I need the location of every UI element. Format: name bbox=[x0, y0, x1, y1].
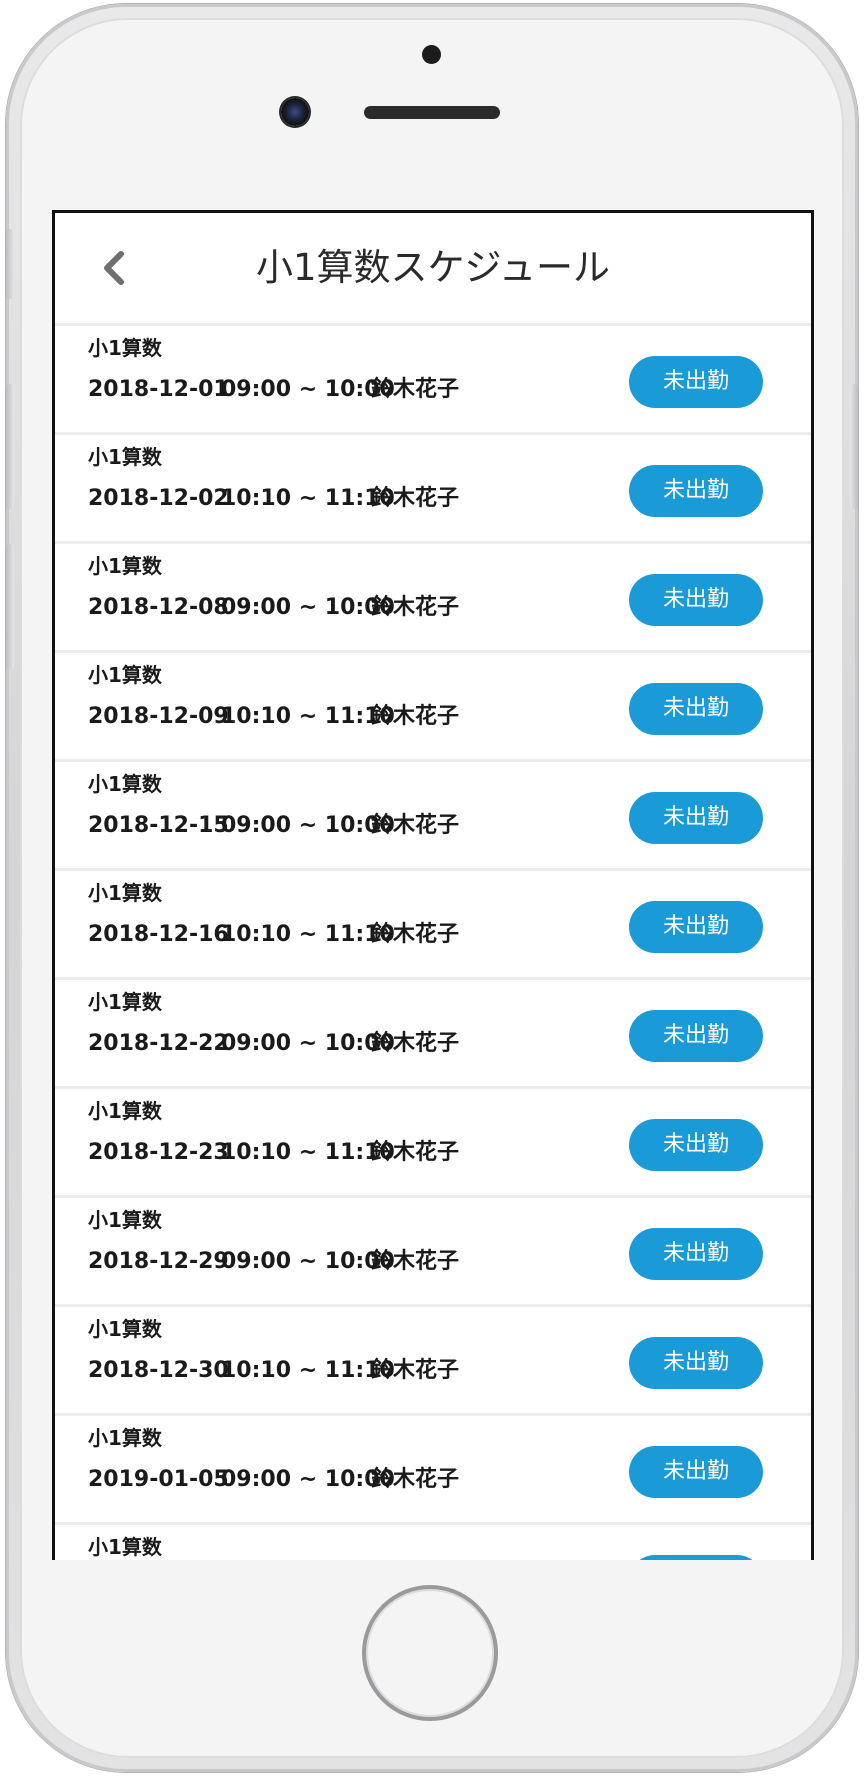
lesson-date: 2018-12-01 bbox=[88, 377, 229, 402]
chevron-left-icon bbox=[104, 251, 124, 285]
lesson-details: 2018-12-3010:10 ~ 11:10鈴木花子 bbox=[88, 1352, 459, 1384]
lesson-date: 2018-12-30 bbox=[88, 1358, 229, 1383]
earpiece-speaker bbox=[364, 106, 500, 119]
lesson-time: 10:10 ~ 11:10 bbox=[221, 486, 395, 511]
lesson-details: 2019-01-0509:00 ~ 10:00鈴木花子 bbox=[88, 1461, 459, 1493]
lesson-details: 2018-12-1509:00 ~ 10:00鈴木花子 bbox=[88, 807, 459, 839]
page-title: 小1算数スケジュール bbox=[256, 246, 610, 289]
lesson-details: 2018-12-0910:10 ~ 11:10鈴木花子 bbox=[88, 698, 459, 730]
lesson-subject: 小1算数 bbox=[88, 1208, 162, 1232]
front-camera bbox=[281, 98, 309, 126]
attendance-status-button[interactable]: 未出勤 bbox=[629, 356, 763, 408]
lesson-subject: 小1算数 bbox=[88, 1426, 162, 1450]
lesson-subject: 小1算数 bbox=[88, 1317, 162, 1341]
lesson-date: 2018-12-08 bbox=[88, 595, 229, 620]
list-item[interactable]: 小1算数 2018-12-1610:10 ~ 11:10鈴木花子 未出勤 bbox=[55, 871, 811, 977]
lesson-date: 2018-12-23 bbox=[88, 1140, 229, 1165]
schedule-list: 小1算数 2018-12-0109:00 ~ 10:00鈴木花子 未出勤 小1算数 20… bbox=[55, 326, 811, 1560]
teacher-name: 鈴木花子 bbox=[371, 1467, 460, 1492]
back-button[interactable] bbox=[95, 248, 135, 288]
attendance-status-button[interactable]: 未出勤 bbox=[629, 1010, 763, 1062]
attendance-status-button[interactable]: 未出勤 bbox=[629, 574, 763, 626]
power-button bbox=[850, 384, 858, 509]
attendance-status-button[interactable]: 未出勤 bbox=[629, 792, 763, 844]
lesson-details: 2018-12-2209:00 ~ 10:00鈴木花子 bbox=[88, 1025, 459, 1057]
attendance-status-button[interactable] bbox=[629, 1555, 763, 1560]
list-item[interactable]: 小1算数 2018-12-2209:00 ~ 10:00鈴木花子 未出勤 bbox=[55, 980, 811, 1086]
attendance-status-button[interactable]: 未出勤 bbox=[629, 683, 763, 735]
volume-up-button bbox=[6, 384, 14, 509]
lesson-date: 2018-12-15 bbox=[88, 813, 229, 838]
lesson-details: 2018-12-0809:00 ~ 10:00鈴木花子 bbox=[88, 589, 459, 621]
lesson-time: 09:00 ~ 10:00 bbox=[221, 595, 395, 620]
lesson-date: 2018-12-02 bbox=[88, 486, 229, 511]
teacher-name: 鈴木花子 bbox=[371, 813, 460, 838]
lesson-time: 09:00 ~ 10:00 bbox=[221, 813, 395, 838]
lesson-subject: 小1算数 bbox=[88, 445, 162, 469]
attendance-status-button[interactable]: 未出勤 bbox=[629, 1446, 763, 1498]
device-mockup: 小1算数スケジュール 小1算数 2018-12-0109:00 ~ 10:00鈴木… bbox=[0, 0, 867, 1780]
attendance-status-button[interactable]: 未出勤 bbox=[629, 1228, 763, 1280]
teacher-name: 鈴木花子 bbox=[371, 377, 460, 402]
teacher-name: 鈴木花子 bbox=[371, 1031, 460, 1056]
list-item[interactable]: 小1算数 2018-12-2909:00 ~ 10:00鈴木花子 未出勤 bbox=[55, 1198, 811, 1304]
lesson-time: 09:00 ~ 10:00 bbox=[221, 1467, 395, 1492]
list-item[interactable]: 小1算数 2018-12-1509:00 ~ 10:00鈴木花子 未出勤 bbox=[55, 762, 811, 868]
lesson-subject: 小1算数 bbox=[88, 1535, 162, 1559]
lesson-time: 09:00 ~ 10:00 bbox=[221, 1249, 395, 1274]
teacher-name: 鈴木花子 bbox=[371, 1358, 460, 1383]
attendance-status-button[interactable]: 未出勤 bbox=[629, 1337, 763, 1389]
lesson-date: 2018-12-29 bbox=[88, 1249, 229, 1274]
lesson-time: 10:10 ~ 11:10 bbox=[221, 704, 395, 729]
list-item[interactable]: 小1算数 2018-12-0910:10 ~ 11:10鈴木花子 未出勤 bbox=[55, 653, 811, 759]
list-item[interactable]: 小1算数 2018-12-0809:00 ~ 10:00鈴木花子 未出勤 bbox=[55, 544, 811, 650]
teacher-name: 鈴木花子 bbox=[371, 704, 460, 729]
attendance-status-button[interactable]: 未出勤 bbox=[629, 465, 763, 517]
lesson-details: 2018-12-0210:10 ~ 11:10鈴木花子 bbox=[88, 480, 459, 512]
lesson-time: 10:10 ~ 11:10 bbox=[221, 1358, 395, 1383]
volume-down-button bbox=[6, 544, 14, 669]
teacher-name: 鈴木花子 bbox=[371, 1249, 460, 1274]
lesson-time: 09:00 ~ 10:00 bbox=[221, 377, 395, 402]
attendance-status-button[interactable]: 未出勤 bbox=[629, 1119, 763, 1171]
app-header: 小1算数スケジュール bbox=[55, 213, 811, 323]
lesson-details: 2018-12-0109:00 ~ 10:00鈴木花子 bbox=[88, 371, 459, 403]
lesson-subject: 小1算数 bbox=[88, 772, 162, 796]
lesson-date: 2018-12-22 bbox=[88, 1031, 229, 1056]
lesson-subject: 小1算数 bbox=[88, 990, 162, 1014]
lesson-details: 2018-12-1610:10 ~ 11:10鈴木花子 bbox=[88, 916, 459, 948]
teacher-name: 鈴木花子 bbox=[371, 1140, 460, 1165]
lesson-details: 2018-12-2310:10 ~ 11:10鈴木花子 bbox=[88, 1134, 459, 1166]
teacher-name: 鈴木花子 bbox=[371, 922, 460, 947]
lesson-subject: 小1算数 bbox=[88, 336, 162, 360]
list-item[interactable]: 小1算数 2018-12-0109:00 ~ 10:00鈴木花子 未出勤 bbox=[55, 326, 811, 432]
lesson-subject: 小1算数 bbox=[88, 663, 162, 687]
app-screen: 小1算数スケジュール 小1算数 2018-12-0109:00 ~ 10:00鈴木… bbox=[52, 210, 814, 1560]
proximity-sensor bbox=[422, 45, 441, 64]
lesson-date: 2019-01-05 bbox=[88, 1467, 229, 1492]
list-item[interactable]: 小1算数 2018-12-2310:10 ~ 11:10鈴木花子 未出勤 bbox=[55, 1089, 811, 1195]
lesson-subject: 小1算数 bbox=[88, 1099, 162, 1123]
lesson-subject: 小1算数 bbox=[88, 881, 162, 905]
attendance-status-button[interactable]: 未出勤 bbox=[629, 901, 763, 953]
lesson-subject: 小1算数 bbox=[88, 554, 162, 578]
home-button[interactable] bbox=[362, 1585, 498, 1721]
lesson-time: 10:10 ~ 11:10 bbox=[221, 922, 395, 947]
teacher-name: 鈴木花子 bbox=[371, 486, 460, 511]
teacher-name: 鈴木花子 bbox=[371, 595, 460, 620]
list-item[interactable]: 小1算数 2019-01-0509:00 ~ 10:00鈴木花子 未出勤 bbox=[55, 1416, 811, 1522]
lesson-time: 10:10 ~ 11:10 bbox=[221, 1140, 395, 1165]
list-item[interactable]: 小1算数 bbox=[55, 1525, 811, 1560]
lesson-date: 2018-12-16 bbox=[88, 922, 229, 947]
lesson-date: 2018-12-09 bbox=[88, 704, 229, 729]
list-item[interactable]: 小1算数 2018-12-0210:10 ~ 11:10鈴木花子 未出勤 bbox=[55, 435, 811, 541]
list-item[interactable]: 小1算数 2018-12-3010:10 ~ 11:10鈴木花子 未出勤 bbox=[55, 1307, 811, 1413]
lesson-time: 09:00 ~ 10:00 bbox=[221, 1031, 395, 1056]
lesson-details: 2018-12-2909:00 ~ 10:00鈴木花子 bbox=[88, 1243, 459, 1275]
mute-switch bbox=[6, 229, 14, 299]
